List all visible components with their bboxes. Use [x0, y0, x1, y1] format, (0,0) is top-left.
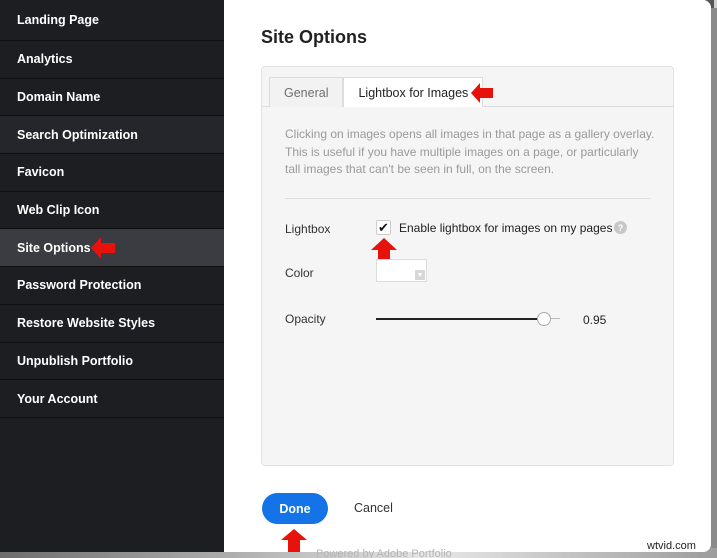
sidebar-item-web-clip-icon[interactable]: Web Clip Icon: [0, 192, 224, 230]
opacity-slider-thumb[interactable]: [537, 312, 551, 326]
lightbox-label: Lightbox: [285, 222, 331, 236]
sidebar-item-site-options[interactable]: Site Options: [0, 229, 224, 268]
sidebar-item-domain-name[interactable]: Domain Name: [0, 79, 224, 117]
opacity-value: 0.95: [583, 313, 607, 327]
sidebar-item-label: Restore Website Styles: [17, 316, 156, 331]
lightbox-checkbox[interactable]: ✔: [376, 220, 391, 235]
tab-lightbox-for-images[interactable]: Lightbox for Images: [343, 77, 484, 107]
sidebar-item-favicon[interactable]: Favicon: [0, 154, 224, 192]
sidebar-item-search-optimization[interactable]: Search Optimization: [0, 116, 224, 155]
checkmark-icon: ✔: [378, 220, 389, 235]
done-button[interactable]: Done: [262, 493, 328, 524]
powered-by-text: Powered by Adobe Portfolio: [316, 548, 452, 558]
sidebar-item-label: Site Options: [17, 240, 91, 255]
sidebar-item-label: Analytics: [17, 52, 73, 67]
sidebar-item-label: Landing Page: [17, 13, 99, 27]
tab-bar: General Lightbox for Images: [269, 77, 484, 107]
annotation-arrow-left-icon: [91, 236, 115, 259]
sidebar-item-label: Search Optimization: [17, 127, 138, 142]
watermark: wtvid.com: [647, 540, 696, 552]
sidebar-item-label: Your Account: [17, 391, 98, 406]
site-options-panel: Site Options General Lightbox for Images…: [224, 0, 711, 552]
divider: [285, 198, 650, 199]
sidebar-item-label: Domain Name: [17, 90, 101, 105]
chevron-down-icon: ▼: [415, 270, 425, 280]
page-title: Site Options: [261, 27, 368, 47]
opacity-label: Opacity: [285, 312, 326, 326]
tab-general[interactable]: General: [269, 77, 344, 107]
sidebar-item-label: Unpublish Portfolio: [17, 353, 133, 368]
sidebar-item-label: Password Protection: [17, 278, 142, 293]
cancel-button[interactable]: Cancel: [354, 501, 393, 515]
site-settings-modal: Landing Page Analytics Domain Name Searc…: [0, 0, 711, 552]
settings-sidebar: Landing Page Analytics Domain Name Searc…: [0, 0, 224, 552]
sidebar-item-your-account[interactable]: Your Account: [0, 380, 224, 418]
color-label: Color: [285, 266, 314, 280]
lightbox-checkbox-label[interactable]: Enable lightbox for images on my pages: [399, 221, 612, 235]
sidebar-item-landing-page[interactable]: Landing Page: [0, 0, 224, 41]
help-icon[interactable]: ?: [614, 221, 627, 234]
sidebar-item-restore-website-styles[interactable]: Restore Website Styles: [0, 305, 224, 343]
sidebar-item-analytics[interactable]: Analytics: [0, 41, 224, 79]
options-card: General Lightbox for Images Clicking on …: [261, 66, 674, 466]
sidebar-item-password-protection[interactable]: Password Protection: [0, 267, 224, 305]
sidebar-item-label: Web Clip Icon: [17, 203, 100, 218]
annotation-arrow-up-icon: [281, 529, 307, 552]
color-picker[interactable]: ▼: [376, 259, 427, 282]
lightbox-description: Clicking on images opens all images in t…: [285, 127, 655, 176]
sidebar-item-unpublish-portfolio[interactable]: Unpublish Portfolio: [0, 343, 224, 381]
opacity-slider-track[interactable]: [376, 318, 546, 320]
annotation-arrow-left-icon: [471, 83, 493, 103]
sidebar-item-label: Favicon: [17, 165, 65, 180]
